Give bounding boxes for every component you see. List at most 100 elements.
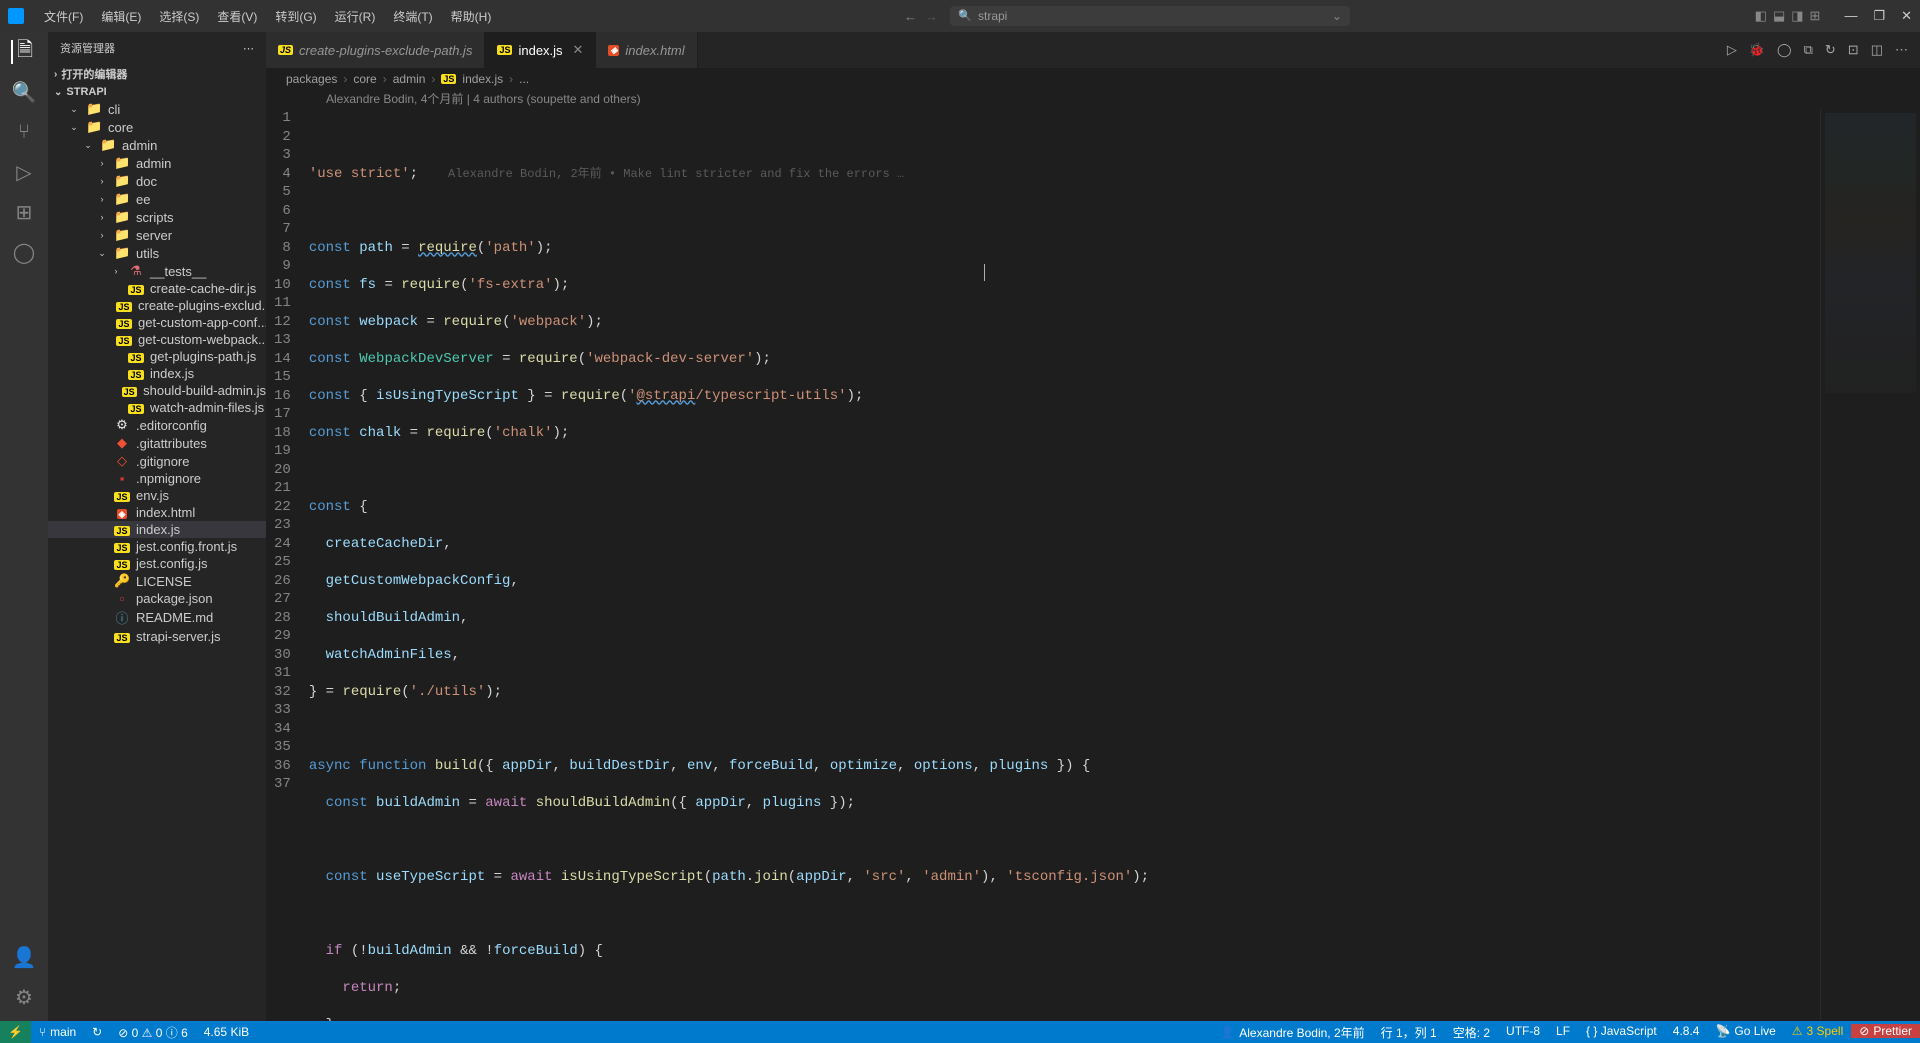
debug-icon[interactable]: 🐞 <box>1749 42 1765 58</box>
command-center-search[interactable]: strapi ⌄ <box>950 6 1350 26</box>
tree-item[interactable]: JScreate-plugins-exclud... <box>48 297 266 314</box>
tree-item[interactable]: JSindex.js <box>48 365 266 382</box>
menu-help[interactable]: 帮助(H) <box>443 4 500 29</box>
extensions-icon[interactable]: ⊞ <box>12 200 36 224</box>
menu-edit[interactable]: 编辑(E) <box>93 4 149 29</box>
maximize-icon[interactable]: ❐ <box>1873 8 1885 24</box>
more-actions-icon[interactable]: ⋯ <box>1895 42 1908 58</box>
tree-item[interactable]: ▪.npmignore <box>48 470 266 487</box>
sidebar-more-icon[interactable]: ⋯ <box>243 42 254 55</box>
editor-tab[interactable]: JScreate-plugins-exclude-path.js <box>266 32 485 68</box>
editor-tab[interactable]: JSindex.js✕ <box>485 32 596 68</box>
tree-item[interactable]: JSjest.config.front.js <box>48 538 266 555</box>
tree-item[interactable]: JSget-custom-webpack... <box>48 331 266 348</box>
layout-customize-icon[interactable]: ⊞ <box>1810 8 1821 24</box>
prettier-status[interactable]: ⊘ Prettier <box>1851 1024 1920 1038</box>
tree-item[interactable]: ›📁admin <box>48 154 266 172</box>
run-debug-icon[interactable]: ▷ <box>12 160 36 184</box>
tree-item[interactable]: JSstrapi-server.js <box>48 628 266 645</box>
tree-item[interactable]: JSindex.js <box>48 521 266 538</box>
project-section[interactable]: ⌄ STRAPI <box>48 84 266 100</box>
open-editors-section[interactable]: › 打开的编辑器 <box>48 64 266 84</box>
menu-goto[interactable]: 转到(G) <box>267 4 324 29</box>
layout-panel-icon[interactable]: ⬓ <box>1773 8 1785 24</box>
menu-run[interactable]: 运行(R) <box>327 4 384 29</box>
language-mode[interactable]: { } JavaScript <box>1578 1024 1665 1038</box>
tree-item[interactable]: ›📁ee <box>48 190 266 208</box>
tree-item[interactable]: ⚙.editorconfig <box>48 416 266 434</box>
minimap[interactable] <box>1820 109 1920 1021</box>
menu-view[interactable]: 查看(V) <box>209 4 265 29</box>
tree-item[interactable]: ⌄📁utils <box>48 244 266 262</box>
refresh-icon[interactable]: ↻ <box>1825 42 1836 58</box>
encoding[interactable]: UTF-8 <box>1498 1024 1548 1038</box>
split-editor-icon[interactable]: ◫ <box>1871 42 1883 58</box>
tree-item[interactable]: ›⚗__tests__ <box>48 262 266 280</box>
sidebar-title: 资源管理器 <box>60 40 115 56</box>
spell-check[interactable]: ⚠ 3 Spell <box>1784 1024 1851 1038</box>
layout-sidebar-left-icon[interactable]: ◧ <box>1755 8 1767 24</box>
close-icon[interactable]: ✕ <box>1901 8 1912 24</box>
chevron-down-icon: ⌄ <box>54 87 62 98</box>
tree-item[interactable]: ◈index.html <box>48 504 266 521</box>
tree-item[interactable]: ◇.gitignore <box>48 452 266 470</box>
menu-terminal[interactable]: 终端(T) <box>385 4 440 29</box>
breadcrumb[interactable]: packages› core› admin› JS index.js› ... <box>266 68 1920 90</box>
editor-tab[interactable]: ◈index.html <box>596 32 697 68</box>
tree-item[interactable]: JSget-plugins-path.js <box>48 348 266 365</box>
tree-item[interactable]: ›📁scripts <box>48 208 266 226</box>
line-blame[interactable]: 👤 Alexandre Bodin, 2年前 <box>1212 1024 1372 1041</box>
tree-item[interactable]: ▫package.json <box>48 590 266 607</box>
tree-item[interactable]: ›📁doc <box>48 172 266 190</box>
menu-select[interactable]: 选择(S) <box>151 4 207 29</box>
tree-item[interactable]: JSenv.js <box>48 487 266 504</box>
tab-close-icon[interactable]: ✕ <box>573 42 584 58</box>
run-file-icon[interactable]: ▷ <box>1727 42 1737 58</box>
version[interactable]: 4.8.4 <box>1665 1024 1708 1038</box>
tree-item[interactable]: ⌄📁admin <box>48 136 266 154</box>
git-branch[interactable]: ⑂ main <box>31 1021 84 1043</box>
explorer-sidebar: 资源管理器 ⋯ › 打开的编辑器 ⌄ STRAPI ⌄📁cli⌄📁core⌄📁a… <box>48 32 266 1021</box>
explorer-icon[interactable]: 🗎 <box>11 40 35 64</box>
activity-bar: 🗎 🔍 ⑂ ▷ ⊞ ◯ 👤 ⚙ <box>0 32 48 1021</box>
accounts-icon[interactable]: 👤 <box>12 945 36 969</box>
tree-item[interactable]: 🔑LICENSE <box>48 572 266 590</box>
main-menu: 文件(F) 编辑(E) 选择(S) 查看(V) 转到(G) 运行(R) 终端(T… <box>36 4 499 29</box>
source-control-icon[interactable]: ⑂ <box>12 120 36 144</box>
tree-item[interactable]: ⓘREADME.md <box>48 607 266 628</box>
circle-icon[interactable]: ◯ <box>1777 42 1792 58</box>
remote-icon[interactable]: ◯ <box>12 240 36 264</box>
git-sync[interactable]: ↻ <box>84 1021 110 1043</box>
tree-item[interactable]: JScreate-cache-dir.js <box>48 280 266 297</box>
tree-item[interactable]: JSwatch-admin-files.js <box>48 399 266 416</box>
eol[interactable]: LF <box>1548 1024 1578 1038</box>
tree-item[interactable]: JSget-custom-app-conf... <box>48 314 266 331</box>
indentation[interactable]: 空格: 2 <box>1445 1024 1498 1041</box>
git-blame-header[interactable]: Alexandre Bodin, 4个月前 | 4 authors (soupe… <box>266 90 1920 109</box>
text-cursor <box>984 264 985 281</box>
go-live[interactable]: 📡 Go Live <box>1707 1024 1783 1038</box>
cursor-position[interactable]: 行 1，列 1 <box>1373 1024 1445 1041</box>
search-icon[interactable]: 🔍 <box>12 80 36 104</box>
nav-forward-icon[interactable]: → <box>925 9 938 24</box>
nav-back-icon[interactable]: ← <box>904 9 917 24</box>
problems-indicator[interactable]: ⊘ 0 ⚠ 0 ⓘ 6 <box>110 1021 196 1043</box>
chevron-down-icon[interactable]: ⌄ <box>1332 9 1342 23</box>
titlebar: 文件(F) 编辑(E) 选择(S) 查看(V) 转到(G) 运行(R) 终端(T… <box>0 0 1920 32</box>
minimize-icon[interactable]: — <box>1844 8 1857 24</box>
tree-item[interactable]: ⌄📁core <box>48 118 266 136</box>
tree-item[interactable]: ›📁server <box>48 226 266 244</box>
remote-indicator[interactable]: ⚡ <box>0 1021 31 1043</box>
tree-item[interactable]: ⌄📁cli <box>48 100 266 118</box>
preview-icon[interactable]: ⊡ <box>1848 42 1859 58</box>
split-right-icon[interactable]: ⧉ <box>1804 42 1813 58</box>
layout-sidebar-right-icon[interactable]: ◨ <box>1791 8 1803 24</box>
tree-item[interactable]: JSshould-build-admin.js <box>48 382 266 399</box>
menu-file[interactable]: 文件(F) <box>36 4 91 29</box>
code-editor[interactable]: 1234567891011121314151617181920212223242… <box>266 109 1920 1021</box>
chevron-right-icon: › <box>54 69 57 80</box>
tree-item[interactable]: JSjest.config.js <box>48 555 266 572</box>
settings-gear-icon[interactable]: ⚙ <box>12 985 36 1009</box>
tree-item[interactable]: ◆.gitattributes <box>48 434 266 452</box>
file-size: 4.65 KiB <box>196 1021 257 1043</box>
